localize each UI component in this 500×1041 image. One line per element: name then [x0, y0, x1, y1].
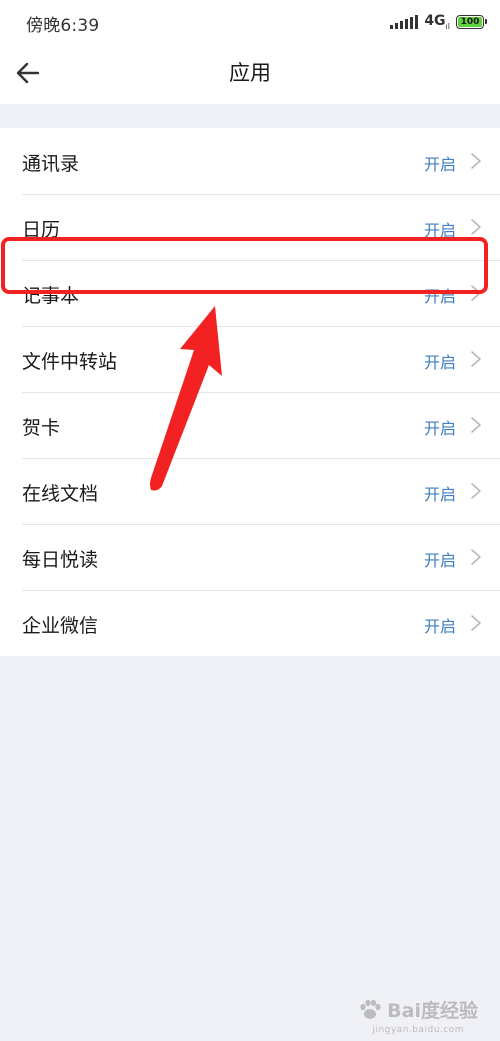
app-item-notepad[interactable]: 记事本 开启	[0, 260, 500, 326]
status-indicators: 4Gıl 100	[390, 12, 487, 32]
top-area: 傍晚6:39 4Gıl 100 应用	[0, 0, 500, 104]
app-item-online-docs[interactable]: 在线文档 开启	[0, 458, 500, 524]
app-item-label: 在线文档	[22, 483, 99, 505]
app-item-label: 日历	[22, 219, 61, 241]
chevron-right-icon	[471, 351, 481, 367]
header: 应用	[0, 44, 500, 102]
chevron-right-icon	[471, 483, 481, 499]
status-bar: 傍晚6:39 4Gıl 100	[0, 0, 500, 44]
app-item-label: 每日悦读	[22, 549, 99, 571]
status-time: 傍晚6:39	[26, 16, 100, 36]
battery-level: 100	[460, 16, 480, 27]
app-list: 通讯录 开启 日历 开启 记事本 开启 文件中转站 开启 贺卡 开启 在线文档 …	[0, 128, 500, 656]
chevron-right-icon	[471, 549, 481, 565]
app-item-status: 开启	[423, 287, 456, 306]
app-item-daily-reading[interactable]: 每日悦读 开启	[0, 524, 500, 590]
app-item-label: 企业微信	[22, 615, 99, 637]
battery-icon: 100	[456, 15, 487, 29]
app-item-contacts[interactable]: 通讯录 开启	[0, 128, 500, 194]
chevron-right-icon	[471, 219, 481, 235]
watermark-text: Bai度经验	[387, 1000, 478, 1022]
chevron-right-icon	[471, 615, 481, 631]
app-item-wecom[interactable]: 企业微信 开启	[0, 590, 500, 656]
signal-icon	[390, 15, 419, 29]
chevron-right-icon	[471, 417, 481, 433]
app-item-label: 贺卡	[22, 417, 61, 439]
app-item-label: 通讯录	[22, 153, 80, 175]
app-item-status: 开启	[423, 485, 456, 504]
app-item-label: 文件中转站	[22, 351, 118, 373]
app-item-label: 记事本	[22, 285, 80, 307]
watermark-url: jingyan.baidu.com	[372, 1025, 464, 1035]
app-item-status: 开启	[423, 155, 456, 174]
app-item-status: 开启	[423, 617, 456, 636]
app-item-file-transfer[interactable]: 文件中转站 开启	[0, 326, 500, 392]
app-item-status: 开启	[423, 221, 456, 240]
chevron-right-icon	[471, 153, 481, 169]
app-item-status: 开启	[423, 551, 456, 570]
page-title: 应用	[229, 61, 271, 85]
app-item-calendar[interactable]: 日历 开启	[0, 194, 500, 260]
network-type: 4Gıl	[424, 13, 450, 31]
watermark: Bai度经验	[357, 996, 478, 1023]
app-item-status: 开启	[423, 353, 456, 372]
app-item-status: 开启	[423, 419, 456, 438]
chevron-right-icon	[471, 285, 481, 301]
baidu-paw-icon	[360, 999, 381, 1019]
app-item-greeting-card[interactable]: 贺卡 开启	[0, 392, 500, 458]
